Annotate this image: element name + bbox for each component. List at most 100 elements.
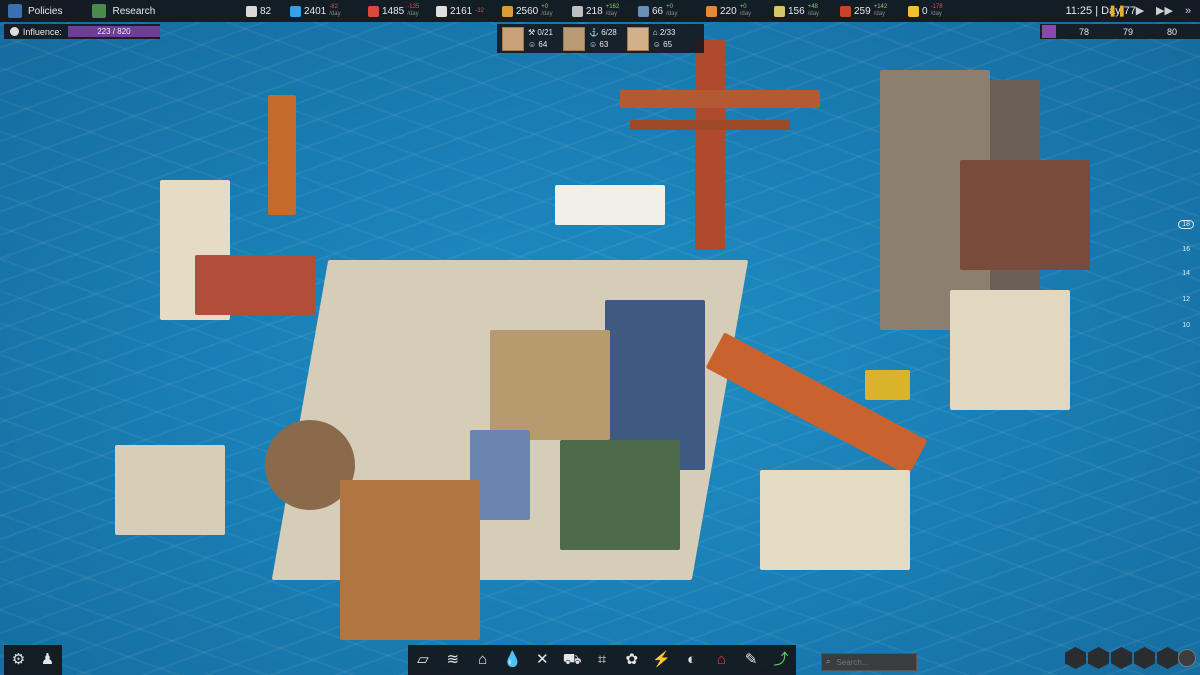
resource-counter[interactable]: 2161 -32 <box>436 0 484 22</box>
ship-slot-icon[interactable] <box>1134 647 1155 669</box>
ship-slot-icon[interactable] <box>1065 647 1086 669</box>
resource-delta-unit: /day <box>807 11 820 17</box>
influence-icon <box>10 27 19 36</box>
resource-icon <box>368 5 379 17</box>
happiness-value: 65 <box>663 40 673 49</box>
policies-icon <box>8 4 22 18</box>
paint-brush-icon[interactable]: ✎ <box>741 650 761 670</box>
resource-counter[interactable]: 1485 -135/day <box>368 0 419 22</box>
population-group[interactable]: ⚓ 6/28 ☺ 63 <box>558 24 622 53</box>
resource-value: 0 <box>922 5 928 17</box>
population-panel: ⚒ 0/21 ☺ 64 ⚓ 6/28 ☺ 63 ⌂ 2/33 ☺ 65 <box>497 24 704 53</box>
small-island <box>760 470 910 570</box>
resource-delta: +0 <box>739 4 747 10</box>
worker-portrait <box>502 26 524 51</box>
research-button[interactable]: Research <box>84 0 163 22</box>
resource-delta: -82 <box>329 4 338 10</box>
resource-counter[interactable]: 82 <box>246 0 274 22</box>
city-scene <box>0 0 1200 675</box>
anchor-icon: ⚓ <box>588 28 599 37</box>
happiness-value: 64 <box>538 40 548 49</box>
resource-delta: -32 <box>475 7 484 14</box>
bridge <box>705 332 928 476</box>
engineer-portrait <box>562 26 585 51</box>
resource-icon <box>638 5 649 17</box>
happiness-icon: ☺ <box>528 40 537 49</box>
research-icon <box>92 4 107 18</box>
resource-counter[interactable]: 156 +48/day <box>774 0 819 22</box>
crane-tower <box>695 40 725 250</box>
settings-gear-icon[interactable]: ⚙ <box>9 650 29 670</box>
happiness-value: 63 <box>599 40 609 49</box>
factory-icon[interactable]: ⌗ <box>592 650 612 670</box>
pause-button[interactable]: ❚❚ <box>1108 3 1126 19</box>
connect-icon[interactable]: ⤴ <box>771 650 791 670</box>
influence-panel: Influence: 223 / 820 <box>4 24 160 39</box>
search-input[interactable] <box>834 656 909 668</box>
resource-counter[interactable]: 2401 -82/day <box>290 0 341 22</box>
green-tanks <box>560 440 680 550</box>
bottom-left-panel: ⚙ ♟ <box>4 645 62 675</box>
resource-counter[interactable]: 2560 +0/day <box>502 0 553 22</box>
long-roof <box>555 185 665 225</box>
resource-counter[interactable]: 220 +0/day <box>706 0 751 22</box>
leader-icon[interactable]: ♟ <box>38 650 58 670</box>
planks-icon[interactable]: ≋ <box>443 650 463 670</box>
platform-icon[interactable]: ▱ <box>413 650 433 670</box>
population-group[interactable]: ⌂ 2/33 ☺ 65 <box>622 24 681 53</box>
forecast-value: 79 <box>1122 26 1133 37</box>
work-count: 6/28 <box>601 28 617 37</box>
resource-delta-unit: /day <box>407 11 419 17</box>
happiness-icon: ☺ <box>652 40 661 49</box>
logistics-cart-icon[interactable]: ⛟ <box>562 650 582 670</box>
power-icon[interactable]: ⚡ <box>652 650 672 670</box>
fastest-button[interactable]: » <box>1180 3 1196 19</box>
resource-delta-unit: /day <box>930 11 942 17</box>
search-icon: ⌕ <box>826 657 831 666</box>
population-group[interactable]: ⚒ 0/21 ☺ 64 <box>497 24 558 53</box>
resource-delta-unit: /day <box>739 11 752 17</box>
resource-counter[interactable]: 218 +162/day <box>572 0 619 22</box>
food-tools-icon[interactable]: ✕ <box>532 650 552 670</box>
search-box[interactable]: ⌕ <box>821 653 917 671</box>
building-right <box>950 290 1070 410</box>
services-icon[interactable]: ✿ <box>622 650 642 670</box>
resource-counter[interactable]: 259 +142/day <box>840 0 887 22</box>
fleet-panel <box>1063 647 1178 669</box>
resource-delta-unit: /day <box>666 11 678 17</box>
resource-delta: +162 <box>605 4 620 10</box>
policies-button[interactable]: Policies <box>0 0 70 22</box>
resource-icon <box>908 5 919 17</box>
housing-icon[interactable]: ⌂ <box>473 650 493 670</box>
ship-slot-icon[interactable] <box>1088 647 1109 669</box>
resource-counter[interactable]: 66 +0/day <box>638 0 677 22</box>
ship-slot-icon[interactable] <box>1157 647 1178 669</box>
work-count: 2/33 <box>659 28 676 37</box>
resource-icon <box>290 5 301 17</box>
resource-value: 220 <box>720 5 737 17</box>
resource-delta: +48 <box>807 4 818 10</box>
scale-mark: 12 <box>1182 296 1190 303</box>
influence-label: Influence: <box>22 26 62 37</box>
resource-icon <box>840 5 851 17</box>
resource-delta-unit: /day <box>873 11 886 17</box>
forecast-value: 78 <box>1078 26 1089 37</box>
influence-value: 223 / 820 <box>97 27 131 36</box>
eco-icon[interactable]: ◐ <box>682 650 702 670</box>
play-button[interactable]: ▶ <box>1132 3 1148 19</box>
demolish-icon[interactable]: ⌂ <box>711 650 731 670</box>
globe-icon[interactable] <box>1178 649 1196 667</box>
weather-panel: 78 79 80 <box>1040 24 1200 39</box>
fast-forward-button[interactable]: ▶▶ <box>1156 3 1173 19</box>
scale-mark: 10 <box>1182 322 1190 329</box>
resource-delta: +0 <box>666 4 673 10</box>
resource-counter[interactable]: 0 -178/day <box>908 0 943 22</box>
ship-slot-icon[interactable] <box>1111 647 1132 669</box>
research-label: Research <box>112 5 156 17</box>
low-building <box>115 445 225 535</box>
water-drop-icon[interactable]: 💧 <box>502 650 522 670</box>
sandbag-store <box>490 330 610 440</box>
influence-bar: 223 / 820 <box>67 26 160 37</box>
weather-icon[interactable] <box>1042 25 1056 38</box>
yellow-machine <box>865 370 910 400</box>
